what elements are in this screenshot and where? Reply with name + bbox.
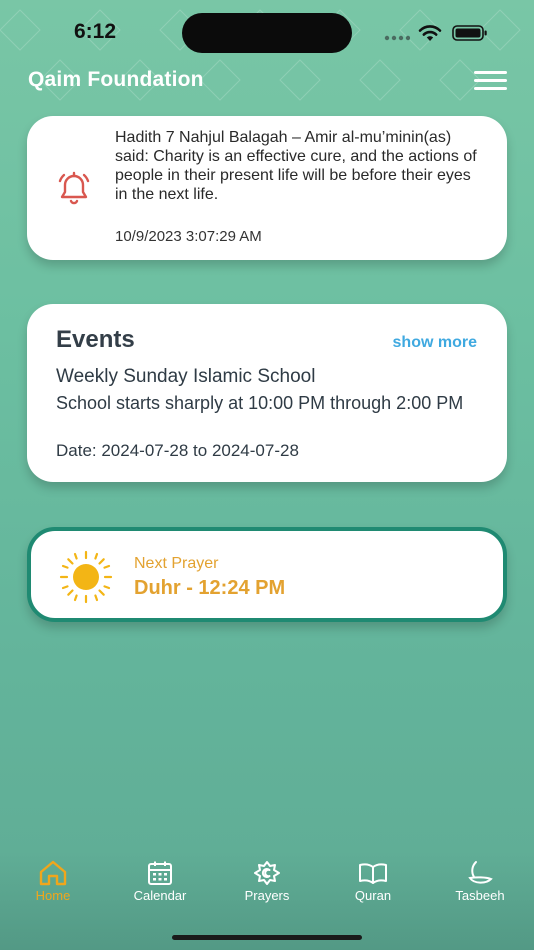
menu-line [474,79,507,82]
calendar-icon [148,861,172,885]
tab-label: Home [35,888,71,903]
tab-tasbeeh[interactable]: Tasbeeh [440,860,520,910]
tab-label: Tasbeeh [455,888,505,903]
dynamic-island [182,13,352,53]
menu-line [474,87,507,90]
next-prayer-card[interactable]: Next Prayer Duhr - 12:24 PM [27,527,507,622]
next-prayer-time: Duhr - 12:24 PM [134,577,286,599]
tab-home[interactable]: Home [13,860,93,910]
status-bar: 6:12 [0,0,534,62]
show-more-link[interactable]: show more [393,334,477,352]
tasbeeh-icon [468,861,493,884]
wifi-icon [418,25,442,41]
signal-icon [384,35,410,41]
battery-icon [452,25,487,41]
sun-icon [59,550,113,604]
home-icon [39,860,67,886]
mosque-icon [254,861,280,885]
menu-line [474,71,507,74]
tab-quran[interactable]: Quran [333,860,413,910]
tab-label: Quran [354,888,392,903]
tab-label: Prayers [244,888,290,903]
book-icon [359,863,387,884]
next-prayer-label: Next Prayer [134,555,219,572]
app-title: Qaim Foundation [28,68,204,91]
event-date: Date: 2024-07-28 to 2024-07-28 [56,441,299,460]
hadith-timestamp: 10/9/2023 3:07:29 AM [115,228,262,245]
bell-icon [58,171,90,205]
tab-prayers[interactable]: Prayers [227,860,307,910]
event-description: School starts sharply at 10:00 PM throug… [56,393,464,413]
events-title: Events [56,326,135,353]
home-indicator [172,935,362,940]
tab-label: Calendar [133,888,187,903]
event-name: Weekly Sunday Islamic School [56,366,316,387]
tab-calendar[interactable]: Calendar [120,860,200,910]
hamburger-menu-button[interactable] [474,70,508,92]
hadith-text: Hadith 7 Nahjul Balagah – Amir al-mu’min… [115,129,477,203]
hadith-card[interactable]: Hadith 7 Nahjul Balagah – Amir al-mu’min… [27,116,507,260]
events-card: Events show more Weekly Sunday Islamic S… [27,304,507,482]
status-time: 6:12 [74,20,117,43]
